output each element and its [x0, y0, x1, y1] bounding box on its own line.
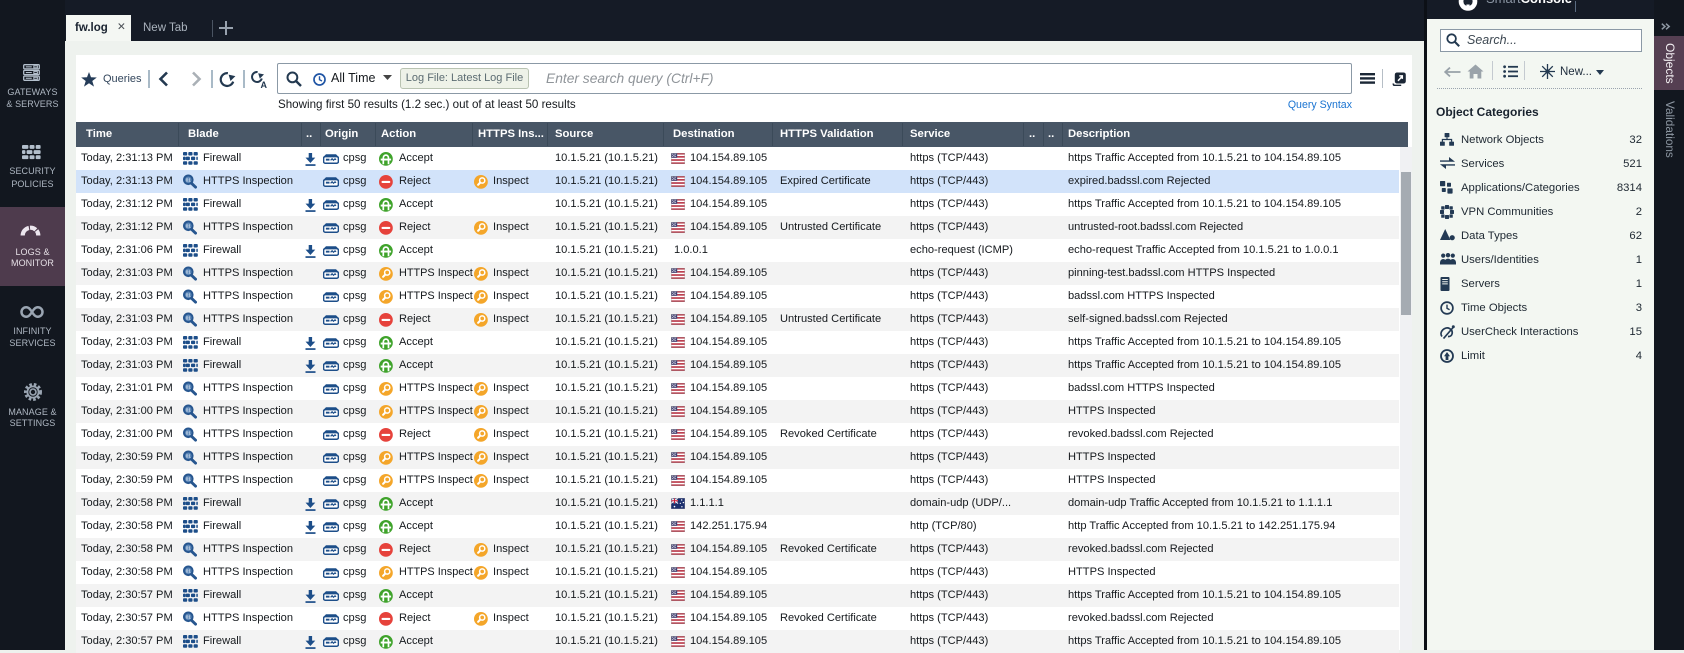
- svg-text:01: 01: [186, 454, 192, 459]
- svg-text:01: 01: [186, 546, 192, 551]
- svg-text:01: 01: [186, 615, 192, 620]
- svg-text:01: 01: [186, 569, 192, 574]
- svg-text:01: 01: [186, 385, 192, 390]
- svg-text:01: 01: [186, 224, 192, 229]
- svg-text:01: 01: [186, 431, 192, 436]
- svg-text:01: 01: [186, 477, 192, 482]
- svg-text:A: A: [261, 80, 268, 88]
- svg-text:01: 01: [186, 408, 192, 413]
- svg-text:01: 01: [186, 178, 192, 183]
- svg-text:01: 01: [186, 316, 192, 321]
- svg-text:01: 01: [186, 270, 192, 275]
- svg-text:01: 01: [186, 293, 192, 298]
